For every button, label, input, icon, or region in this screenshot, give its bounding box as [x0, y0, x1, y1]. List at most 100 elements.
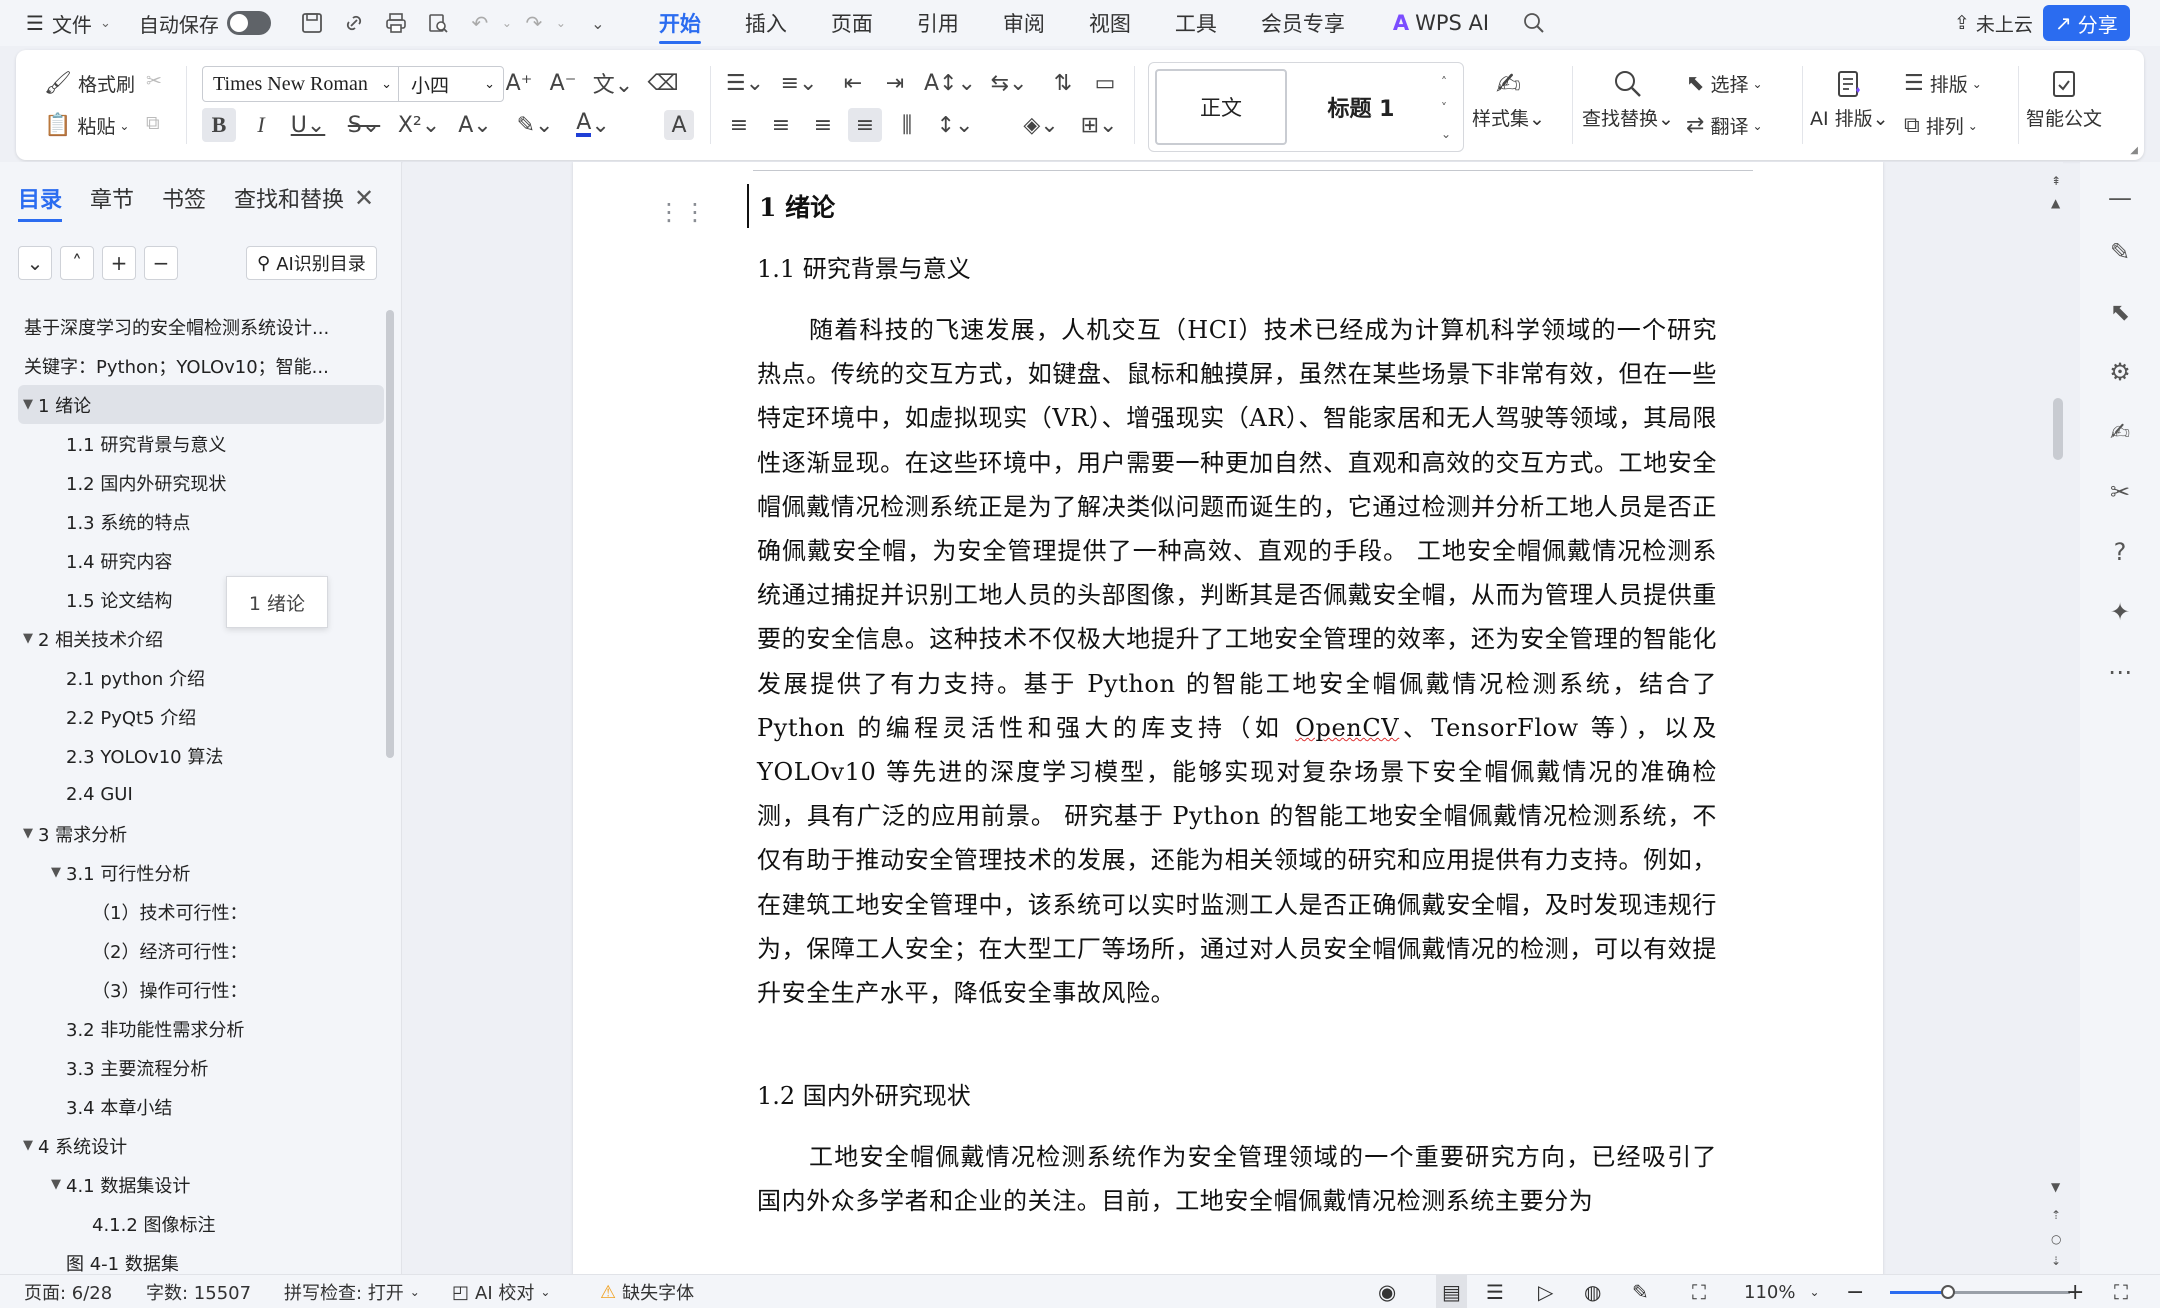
zoom-dropdown[interactable]: 110% ⌄ [1744, 1275, 1820, 1308]
nav-tab-sections[interactable]: 章节 [90, 182, 134, 222]
drag-handle-icon[interactable]: ⋮⋮ [657, 198, 709, 226]
strikethrough-icon[interactable]: S⌄ [342, 108, 386, 142]
tab-insert[interactable]: 插入 [723, 0, 809, 46]
share-button[interactable]: ↗ 分享 [2042, 5, 2130, 41]
pen-icon[interactable]: ✎ [2102, 234, 2138, 270]
ribbon-expand-icon[interactable]: ◢ [2130, 145, 2138, 156]
style-normal[interactable]: 正文 [1155, 69, 1287, 145]
search-icon[interactable] [1521, 10, 1547, 36]
toc-item[interactable]: 1.4 研究内容 [18, 541, 384, 580]
toc-item[interactable]: ▼ 4 系统设计 [18, 1126, 384, 1165]
text-direction-icon[interactable]: A↕⌄ [924, 66, 976, 100]
next-page-icon[interactable]: ⇣ [2051, 1254, 2061, 1268]
font-color-icon[interactable]: A ⌄ [570, 108, 616, 142]
bold-icon[interactable]: B [202, 108, 236, 142]
expand-caret-icon[interactable]: ▼ [18, 631, 38, 646]
increase-indent-icon[interactable]: ⇥ [878, 66, 912, 100]
toc-item[interactable]: 3.3 主要流程分析 [18, 1048, 384, 1087]
tab-view[interactable]: 视图 [1067, 0, 1153, 46]
ai-toc-button[interactable]: ⚲ AI识别目录 [246, 246, 377, 280]
clear-format-icon[interactable]: ⌫ [646, 66, 680, 100]
undo-icon[interactable]: ↶ [467, 10, 493, 36]
paste-button[interactable]: 📋 粘贴 ⌄ [44, 112, 129, 139]
document-page[interactable]: ⋮⋮ 1 绪论 1.1 研究背景与意义 随着科技的飞速发展，人机交互（HCI）技… [573, 162, 1883, 1274]
scroll-thumb[interactable] [2053, 398, 2063, 460]
chevron-down-icon[interactable]: ⌄ [555, 10, 567, 36]
style-set-button[interactable]: ✍ 样式集⌄ [1472, 64, 1545, 131]
toc-item[interactable]: 2.1 python 介绍 [18, 658, 384, 697]
toc-item[interactable]: 1.5 论文结构 [18, 580, 384, 619]
scroll-up-icon[interactable]: ▲ [2051, 196, 2060, 210]
remove-heading-button[interactable]: − [144, 246, 178, 280]
expand-caret-icon[interactable]: ▼ [46, 865, 66, 880]
superscript-icon[interactable]: X²⌄ [396, 108, 442, 142]
style-heading-1[interactable]: 标题 1 [1291, 69, 1431, 145]
format-painter-button[interactable]: 🖌 格式刷 [44, 70, 135, 97]
toc-item[interactable]: 4.1.2 图像标注 [18, 1204, 384, 1243]
zoom-out-icon[interactable]: − [1846, 1275, 1864, 1308]
body-paragraph[interactable]: 工地安全帽佩戴情况检测系统作为安全管理领域的一个重要研究方向，已经吸引了国内外众… [757, 1135, 1717, 1223]
select-button[interactable]: ⬉ 选择 ⌄ [1686, 70, 1763, 97]
heading-2[interactable]: 1.2 国内外研究现状 [757, 1073, 1717, 1113]
justify-icon[interactable]: ≡ [848, 108, 882, 142]
fit-page-icon[interactable]: ⛶ [1692, 1275, 1706, 1308]
expand-caret-icon[interactable]: ▼ [18, 1138, 38, 1153]
toc-item[interactable]: 关键字：Python；YOLOv10；智能... [18, 346, 384, 385]
spellcheck-status[interactable]: 拼写检查: 打开 ⌄ [284, 1275, 420, 1308]
distributed-align-icon[interactable]: ⫼ [890, 108, 924, 142]
sort-icon[interactable]: ⇅ [1046, 66, 1080, 100]
toc-item[interactable]: （1）技术可行性： [18, 892, 384, 931]
tab-page[interactable]: 页面 [809, 0, 895, 46]
page-indicator[interactable]: 页面: 6/28 [24, 1275, 112, 1308]
tab-references[interactable]: 引用 [895, 0, 981, 46]
toc-item[interactable]: ▼ 4.1 数据集设计 [18, 1165, 384, 1204]
expand-caret-icon[interactable]: ▼ [46, 1177, 66, 1192]
web-view-icon[interactable]: ◍ [1584, 1275, 1601, 1308]
expand-caret-icon[interactable]: ▼ [18, 826, 38, 841]
arrange-button[interactable]: ⧉ 排列 ⌄ [1904, 112, 1978, 139]
nav-scrollbar[interactable] [386, 310, 394, 758]
scroll-down-icon[interactable]: ▼ [2051, 1180, 2060, 1194]
shrink-font-icon[interactable]: A⁻ [546, 66, 580, 100]
toc-item[interactable]: 3.2 非功能性需求分析 [18, 1009, 384, 1048]
cloud-status-button[interactable]: ⇪ 未上云 [1954, 10, 2033, 37]
layout-button[interactable]: ☰ 排版 ⌄ [1904, 70, 1982, 97]
fullscreen-icon[interactable]: ⛶ [2114, 1275, 2128, 1308]
add-heading-button[interactable]: + [102, 246, 136, 280]
decrease-indent-icon[interactable]: ⇤ [836, 66, 870, 100]
line-wrap-icon[interactable]: ⇆⌄ [986, 66, 1032, 100]
tools-icon[interactable]: ✂ [2102, 474, 2138, 510]
share-link-icon[interactable] [341, 10, 367, 36]
document-scrollbar[interactable]: ⇞ ▲ ▼ ⇡ ○ ⇣ [2051, 172, 2063, 1272]
toc-item[interactable]: 2.3 YOLOv10 算法 [18, 736, 384, 775]
text-effect-icon[interactable]: A⌄ [452, 108, 498, 142]
heading-2[interactable]: 1.1 研究背景与意义 [757, 246, 1717, 286]
missing-font-button[interactable]: ⚠ 缺失字体 [600, 1275, 694, 1308]
tab-home[interactable]: 开始 [637, 0, 723, 46]
toc-item[interactable]: 2.2 PyQt5 介绍 [18, 697, 384, 736]
table-icon[interactable]: ▭ [1088, 66, 1122, 100]
scroll-top-icon[interactable]: ⇞ [2051, 174, 2061, 188]
shading-icon[interactable]: ◈⌄ [1018, 108, 1064, 142]
redo-icon[interactable]: ↷ [521, 10, 547, 36]
tab-tools[interactable]: 工具 [1153, 0, 1239, 46]
adjust-sliders-icon[interactable]: ⚙ [2102, 354, 2138, 390]
zoom-slider-knob[interactable] [1940, 1285, 1955, 1299]
print-icon[interactable] [383, 10, 409, 36]
spelling-error-word[interactable]: OpenCV [1295, 714, 1399, 742]
word-count[interactable]: 字数: 15507 [146, 1275, 251, 1308]
style-scroll-arrows[interactable]: ˄ ˅ ⌄ [1441, 69, 1451, 147]
more-chevron-icon[interactable]: ⌄ [585, 10, 611, 36]
toc-item[interactable]: ▼ 1 绪论 [18, 385, 384, 424]
align-right-icon[interactable]: ≡ [806, 108, 840, 142]
toc-item[interactable]: ▼ 3.1 可行性分析 [18, 853, 384, 892]
toc-item[interactable]: 3.4 本章小结 [18, 1087, 384, 1126]
grow-font-icon[interactable]: A⁺ [502, 66, 536, 100]
translate-button[interactable]: ⇄ 翻译 ⌄ [1686, 112, 1763, 139]
italic-icon[interactable]: I [244, 108, 278, 142]
autosave-toggle[interactable]: 自动保存 [129, 0, 281, 46]
copy-button[interactable]: ⧉ [146, 112, 160, 134]
tab-member[interactable]: 会员专享 [1239, 0, 1367, 46]
eye-protection-icon[interactable]: ◉ [1378, 1275, 1396, 1308]
tab-review[interactable]: 审阅 [981, 0, 1067, 46]
